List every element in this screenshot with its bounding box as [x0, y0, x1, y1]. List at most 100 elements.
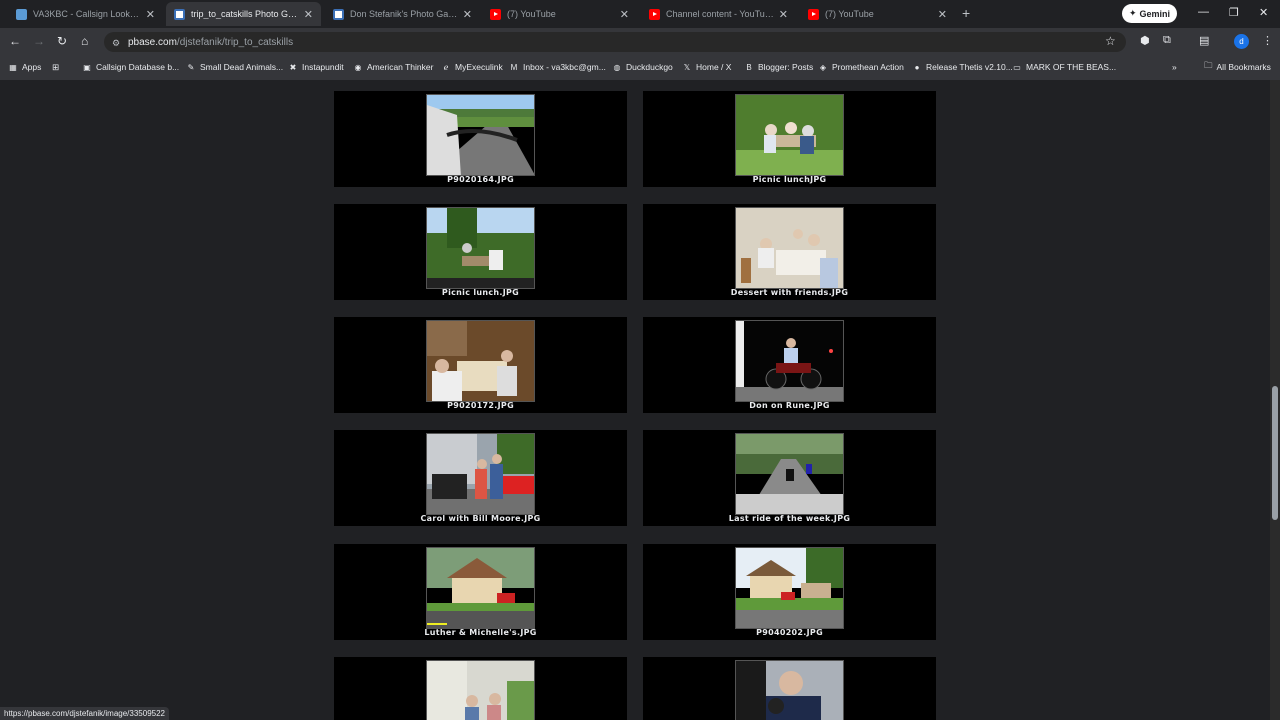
- gemini-button[interactable]: ✦ Gemini: [1122, 4, 1177, 23]
- gallery-item[interactable]: P9040202.JPG: [643, 544, 936, 640]
- gallery-item[interactable]: Picnic lunchJPG: [643, 91, 936, 187]
- bookmark-item[interactable]: ▭ MARK OF THE BEAS...: [1012, 57, 1116, 77]
- photo-caption[interactable]: Carol with Bill Moore.JPG: [334, 514, 627, 523]
- photo-caption[interactable]: Picnic lunch.JPG: [334, 288, 627, 297]
- gallery-item[interactable]: Don on Rune.JPG: [643, 317, 936, 413]
- photo-caption[interactable]: Dessert with friends.JPG: [643, 288, 936, 297]
- bookmark-item[interactable]: 𝕏 Home / X: [682, 57, 732, 77]
- bookmark-item[interactable]: ◈ Promethean Action: [818, 57, 904, 77]
- tab[interactable]: Channel content - YouTube Stu ✕: [641, 2, 796, 26]
- url-path: /djstefanik/trip_to_catskills: [176, 36, 294, 48]
- photo-caption[interactable]: P9040202.JPG: [643, 628, 936, 637]
- gallery-page: P9020164.JPG Picnic lunchJPG Picnic lunch.…: [0, 80, 1270, 720]
- close-tab-icon[interactable]: ✕: [779, 8, 788, 21]
- tab[interactable]: Don Stefanik's Photo Galleries a ✕: [325, 2, 480, 26]
- extensions-icon[interactable]: ⧉: [1163, 34, 1171, 47]
- bookmark-label: Small Dead Animals...: [200, 62, 284, 72]
- execulink-icon: ℯ: [443, 62, 449, 72]
- address-bar[interactable]: pbase.com/djstefanik/trip_to_catskills: [104, 32, 1126, 52]
- blogger-icon: B: [746, 62, 752, 72]
- menu-icon[interactable]: ⋮: [1262, 34, 1273, 47]
- photo-caption[interactable]: Don on Rune.JPG: [643, 401, 936, 410]
- gallery-item[interactable]: P9020172.JPG: [334, 317, 627, 413]
- youtube-icon: [490, 8, 501, 20]
- bookmark-item[interactable]: ✎ Small Dead Animals...: [186, 57, 284, 77]
- photo-thumbnail[interactable]: [735, 320, 844, 402]
- close-tab-icon[interactable]: ✕: [304, 8, 313, 21]
- bookmark-item[interactable]: ● Release Thetis v2.10...: [912, 57, 1013, 77]
- photo-thumbnail[interactable]: [735, 94, 844, 176]
- forward-button[interactable]: →: [33, 34, 45, 48]
- tab-groups-icon[interactable]: ⊞: [52, 57, 59, 77]
- callsign-icon: ▣: [83, 62, 91, 72]
- gallery-item[interactable]: Luther & Michelle's.JPG: [334, 544, 627, 640]
- gallery-item[interactable]: Carol with Bill Moore.JPG: [334, 430, 627, 526]
- bookmark-item[interactable]: ▦ Apps: [8, 57, 41, 77]
- bookmark-item[interactable]: M Inbox - va3kbc@gm...: [509, 57, 606, 77]
- extension-shield-icon[interactable]: ⬢: [1140, 34, 1150, 47]
- bookmark-label: Instapundit: [302, 62, 344, 72]
- bookmark-item[interactable]: ℯ MyExeculink: [441, 57, 503, 77]
- bookmark-item[interactable]: ✖ Instapundit: [288, 57, 344, 77]
- close-tab-icon[interactable]: ✕: [146, 8, 155, 21]
- photo-thumbnail[interactable]: [735, 547, 844, 629]
- all-bookmarks-label: All Bookmarks: [1216, 62, 1271, 72]
- side-panel-icon[interactable]: ▤: [1199, 34, 1209, 47]
- page-icon: ▭: [1013, 62, 1021, 72]
- bookmark-label: Release Thetis v2.10...: [926, 62, 1013, 72]
- tab[interactable]: (7) YouTube ✕: [482, 2, 637, 26]
- photo-caption[interactable]: Picnic lunchJPG: [643, 175, 936, 184]
- gallery-item[interactable]: Last ride of the week.JPG: [643, 430, 936, 526]
- tab-title: Channel content - YouTube Stu: [666, 9, 775, 19]
- photo-caption[interactable]: Last ride of the week.JPG: [643, 514, 936, 523]
- minimize-button[interactable]: —: [1198, 6, 1209, 18]
- photo-caption[interactable]: Luther & Michelle's.JPG: [334, 628, 627, 637]
- bookmark-item[interactable]: ◍ Duckduckgo: [612, 57, 673, 77]
- all-bookmarks-button[interactable]: 🗀 All Bookmarks: [1204, 57, 1271, 77]
- close-window-button[interactable]: ✕: [1259, 6, 1268, 19]
- restore-button[interactable]: ❐: [1229, 6, 1239, 19]
- bookmark-item[interactable]: ▣ Callsign Database b...: [82, 57, 179, 77]
- close-tab-icon[interactable]: ✕: [463, 8, 472, 21]
- gallery-item[interactable]: Picnic lunch.JPG: [334, 204, 627, 300]
- photo-caption[interactable]: P9020172.JPG: [334, 401, 627, 410]
- photo-caption[interactable]: P9020164.JPG: [334, 175, 627, 184]
- bookmarks-overflow-icon[interactable]: »: [1172, 57, 1177, 77]
- photo-thumbnail[interactable]: [426, 433, 535, 515]
- photo-thumbnail[interactable]: [735, 207, 844, 289]
- gallery-item[interactable]: [643, 657, 936, 720]
- site-info-icon[interactable]: ⚙: [112, 38, 120, 49]
- gallery-item[interactable]: Dessert with friends.JPG: [643, 204, 936, 300]
- tab[interactable]: trip_to_catskills Photo Gallery b ✕: [166, 2, 321, 26]
- back-button[interactable]: ←: [9, 34, 21, 48]
- reload-button[interactable]: ↻: [57, 34, 67, 48]
- photo-thumbnail[interactable]: [426, 320, 535, 402]
- bookmark-label: Blogger: Posts: [758, 62, 814, 72]
- close-tab-icon[interactable]: ✕: [620, 8, 629, 21]
- browser-chrome: VA3KBC - Callsign Lookup by Q✕trip_to_ca…: [0, 0, 1280, 80]
- photo-thumbnail[interactable]: [426, 207, 535, 289]
- photo-thumbnail[interactable]: [426, 547, 535, 629]
- close-tab-icon[interactable]: ✕: [938, 8, 947, 21]
- bookmark-star-icon[interactable]: ☆: [1105, 34, 1116, 48]
- bookmark-item[interactable]: B Blogger: Posts: [744, 57, 813, 77]
- scrollbar[interactable]: [1270, 80, 1280, 720]
- photo-thumbnail[interactable]: [426, 94, 535, 176]
- new-tab-button[interactable]: +: [962, 5, 970, 21]
- bookmark-item[interactable]: ◉ American Thinker: [353, 57, 434, 77]
- scrollbar-thumb[interactable]: [1272, 386, 1278, 520]
- photo-thumbnail[interactable]: [426, 660, 535, 720]
- home-button[interactable]: ⌂: [81, 34, 88, 48]
- sda-icon: ✎: [187, 62, 195, 72]
- tab[interactable]: VA3KBC - Callsign Lookup by Q ✕: [8, 2, 163, 26]
- profile-avatar[interactable]: d: [1234, 34, 1249, 49]
- url-host: pbase.com: [128, 36, 177, 48]
- tab-title: VA3KBC - Callsign Lookup by Q: [33, 9, 142, 19]
- tab[interactable]: (7) YouTube ✕: [800, 2, 955, 26]
- gallery-item[interactable]: [334, 657, 627, 720]
- photo-thumbnail[interactable]: [735, 433, 844, 515]
- tab-title: Don Stefanik's Photo Galleries a: [350, 9, 459, 19]
- gallery-item[interactable]: P9020164.JPG: [334, 91, 627, 187]
- folder-icon: 🗀: [1204, 60, 1213, 70]
- photo-thumbnail[interactable]: [735, 660, 844, 720]
